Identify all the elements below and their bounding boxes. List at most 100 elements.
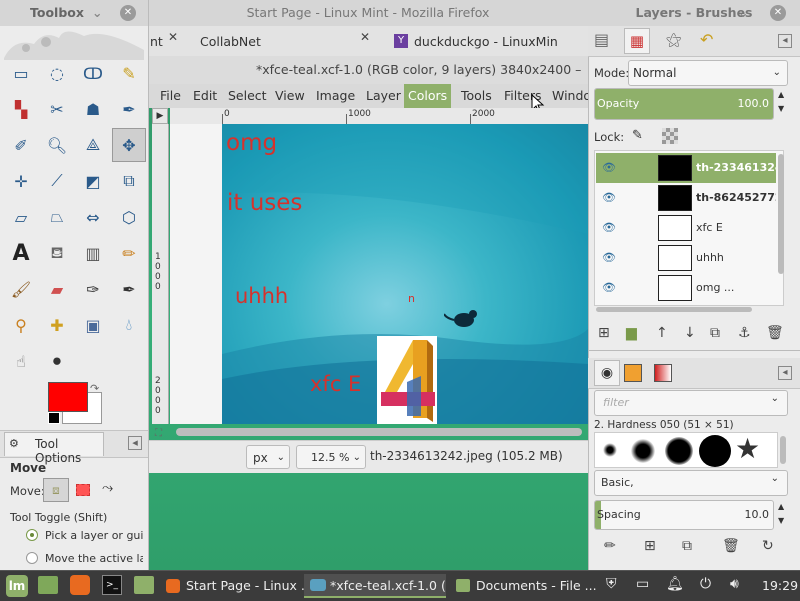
horizontal-ruler[interactable]: 0 1000 2000 — [170, 108, 588, 125]
close-icon[interactable]: ✕ — [360, 30, 370, 44]
ellipse-select-tool-icon[interactable]: ◌ — [40, 56, 74, 90]
tab-undo-history-icon[interactable]: ↶ — [700, 30, 713, 49]
move-path-mode-button[interactable]: ⤳ — [102, 480, 113, 496]
shield-icon[interactable]: ⛨ — [606, 576, 617, 592]
layer-row[interactable]: 👁︎ th-2334613242.j — [596, 153, 776, 183]
task-files[interactable]: Documents - File ... — [450, 574, 616, 598]
unit-select[interactable]: px ⌄ — [246, 445, 290, 469]
clock[interactable]: 19:29 — [762, 578, 798, 593]
tab-channels-icon[interactable]: ▦ — [624, 28, 650, 54]
refresh-brushes-icon[interactable]: ↻ — [762, 538, 774, 554]
paintbrush-tool-icon[interactable]: 🖌︎ — [4, 272, 38, 306]
task-gimp[interactable]: *xfce-teal.xcf-1.0 (... — [304, 574, 446, 598]
menu-select[interactable]: Select — [224, 84, 271, 108]
window-icon[interactable]: ▭ — [636, 576, 649, 592]
flip-tool-icon[interactable]: ⇔ — [76, 200, 110, 234]
layer-row[interactable]: 👁︎ omg ... — [596, 273, 776, 303]
zoom-tool-icon[interactable]: 🔍︎ — [40, 128, 74, 162]
pick-layer-radio[interactable] — [26, 529, 38, 541]
scissors-tool-icon[interactable]: ✂ — [40, 92, 74, 126]
measure-tool-icon[interactable]: ⟁ — [76, 128, 110, 162]
brush-hardness-100-icon[interactable] — [699, 435, 731, 467]
visibility-eye-icon[interactable]: 👁︎ — [602, 221, 616, 234]
bucket-fill-tool-icon[interactable]: ⛾ — [40, 236, 74, 270]
free-select-tool-icon[interactable]: ↀ — [76, 56, 110, 90]
eraser-tool-icon[interactable]: ▰ — [40, 272, 74, 306]
quick-mask-corner-icon[interactable]: ▶ — [152, 108, 168, 124]
opacity-increase-icon[interactable]: ▲ — [778, 90, 784, 99]
minimize-icon[interactable]: ⌄ — [92, 0, 102, 26]
firefox-tab-duckduckgo[interactable]: Y duckduckgo - LinuxMin — [394, 30, 594, 54]
move-active-layer-radio[interactable] — [26, 552, 38, 564]
tab-tool-options[interactable]: ⚙ Tool Options — [4, 432, 104, 465]
menu-view[interactable]: View — [271, 84, 309, 108]
layer-row[interactable]: 👁︎ xfc E — [596, 213, 776, 243]
tab-layers-icon[interactable]: ▤ — [594, 30, 609, 49]
brush-hardness-075-icon[interactable] — [665, 437, 693, 465]
image-canvas[interactable]: omg it uses uhhh n xfc E — [222, 124, 588, 424]
heal-tool-icon[interactable]: ✚ — [40, 308, 74, 342]
foreground-color-swatch[interactable] — [48, 382, 88, 412]
vertical-ruler[interactable]: 1 0 0 0 2 0 0 0 — [152, 124, 169, 424]
minimize-icon[interactable]: ⌄ — [738, 0, 748, 26]
zoom-select[interactable]: 12.5 % ⌄ — [296, 445, 366, 469]
scale-tool-icon[interactable]: ⧉ — [112, 164, 146, 198]
perspective-tool-icon[interactable]: ⏢ — [40, 200, 74, 234]
move-selection-mode-button[interactable] — [76, 484, 90, 496]
close-icon[interactable]: ✕ — [120, 5, 136, 21]
firefox-tab-collabnet[interactable]: CollabNet — [200, 30, 350, 54]
gradient-tool-icon[interactable]: ▥ — [76, 236, 110, 270]
zoom-fit-icon[interactable]: ⛶ — [155, 428, 162, 439]
paths-tool-icon[interactable]: ✒ — [112, 92, 146, 126]
new-layer-group-icon[interactable]: ▆ — [626, 325, 637, 341]
layers-hscrollbar[interactable] — [596, 307, 752, 312]
volume-icon[interactable]: 🔊︎ — [730, 576, 739, 592]
edit-brush-icon[interactable]: ✏ — [604, 538, 616, 554]
delete-brush-icon[interactable]: 🗑︎ — [722, 538, 740, 554]
text-tool-icon[interactable]: A — [4, 236, 38, 270]
brush-star-icon[interactable]: ★ — [735, 433, 760, 465]
alignment-tool-icon[interactable]: ✛ — [4, 164, 38, 198]
show-desktop-icon[interactable] — [38, 576, 58, 594]
menu-edit[interactable]: Edit — [189, 84, 221, 108]
terminal-launcher-icon[interactable]: >_ — [102, 575, 122, 595]
perspective-clone-tool-icon[interactable]: ▣ — [76, 308, 110, 342]
visibility-eye-icon[interactable]: 👁︎ — [602, 191, 616, 204]
color-picker-tool-icon[interactable]: ✐ — [4, 128, 38, 162]
clone-tool-icon[interactable]: ⚲ — [4, 308, 38, 342]
mint-menu-icon[interactable]: lm — [6, 575, 28, 597]
spacing-slider[interactable]: Spacing 10.0 — [594, 500, 774, 530]
brushes-scrollbar[interactable] — [780, 436, 786, 464]
lock-alpha-icon[interactable] — [662, 128, 678, 144]
rect-select-tool-icon[interactable]: ▭ — [4, 56, 38, 90]
move-tool-icon[interactable]: ✥ — [112, 128, 146, 162]
raise-layer-icon[interactable]: ↑ — [656, 325, 668, 341]
brush-hardness-050-icon[interactable] — [631, 439, 655, 463]
blur-tool-icon[interactable]: 💧︎ — [112, 308, 146, 342]
pencil-tool-icon[interactable]: ✏ — [112, 236, 146, 270]
swap-colors-icon[interactable]: ↷ — [90, 382, 99, 395]
visibility-eye-icon[interactable]: 👁︎ — [602, 161, 616, 174]
lock-pixels-icon[interactable]: ✎ — [632, 128, 643, 143]
ink-tool-icon[interactable]: ✒ — [112, 272, 146, 306]
crop-tool-icon[interactable]: ⟋ — [40, 164, 74, 198]
default-colors-icon[interactable] — [48, 412, 60, 424]
tab-brushes-icon[interactable]: ◉ — [594, 360, 620, 386]
lower-layer-icon[interactable]: ↓ — [684, 325, 696, 341]
visibility-eye-icon[interactable]: 👁︎ — [602, 251, 616, 264]
delete-layer-icon[interactable]: 🗑︎ — [766, 325, 784, 341]
tab-paths-icon[interactable]: ⚝ — [666, 30, 682, 50]
dodge-burn-tool-icon[interactable]: ⚫ — [40, 344, 74, 378]
layers-scrollbar[interactable] — [778, 154, 784, 274]
move-layer-mode-button[interactable]: ⧈ — [43, 478, 69, 502]
brush-hardness-025-icon[interactable] — [603, 443, 617, 457]
spacing-decrease-icon[interactable]: ▼ — [778, 516, 784, 525]
brush-preset-select[interactable]: Basic, ⌄ — [594, 470, 788, 496]
select-by-color-tool-icon[interactable]: ▚ — [4, 92, 38, 126]
layer-row[interactable]: 👁︎ th-862452772.jp — [596, 183, 776, 213]
menu-layer[interactable]: Layer — [362, 84, 405, 108]
power-icon[interactable]: ⏻ — [700, 576, 711, 592]
shear-tool-icon[interactable]: ▱ — [4, 200, 38, 234]
new-layer-icon[interactable]: ⊞ — [598, 325, 610, 341]
smudge-tool-icon[interactable]: ☝ — [4, 344, 38, 378]
